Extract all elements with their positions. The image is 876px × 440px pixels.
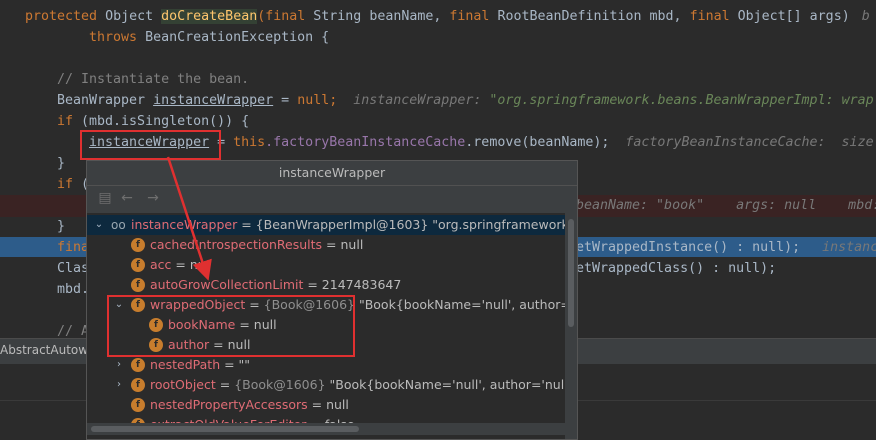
annotation-arrow [166,156,212,281]
